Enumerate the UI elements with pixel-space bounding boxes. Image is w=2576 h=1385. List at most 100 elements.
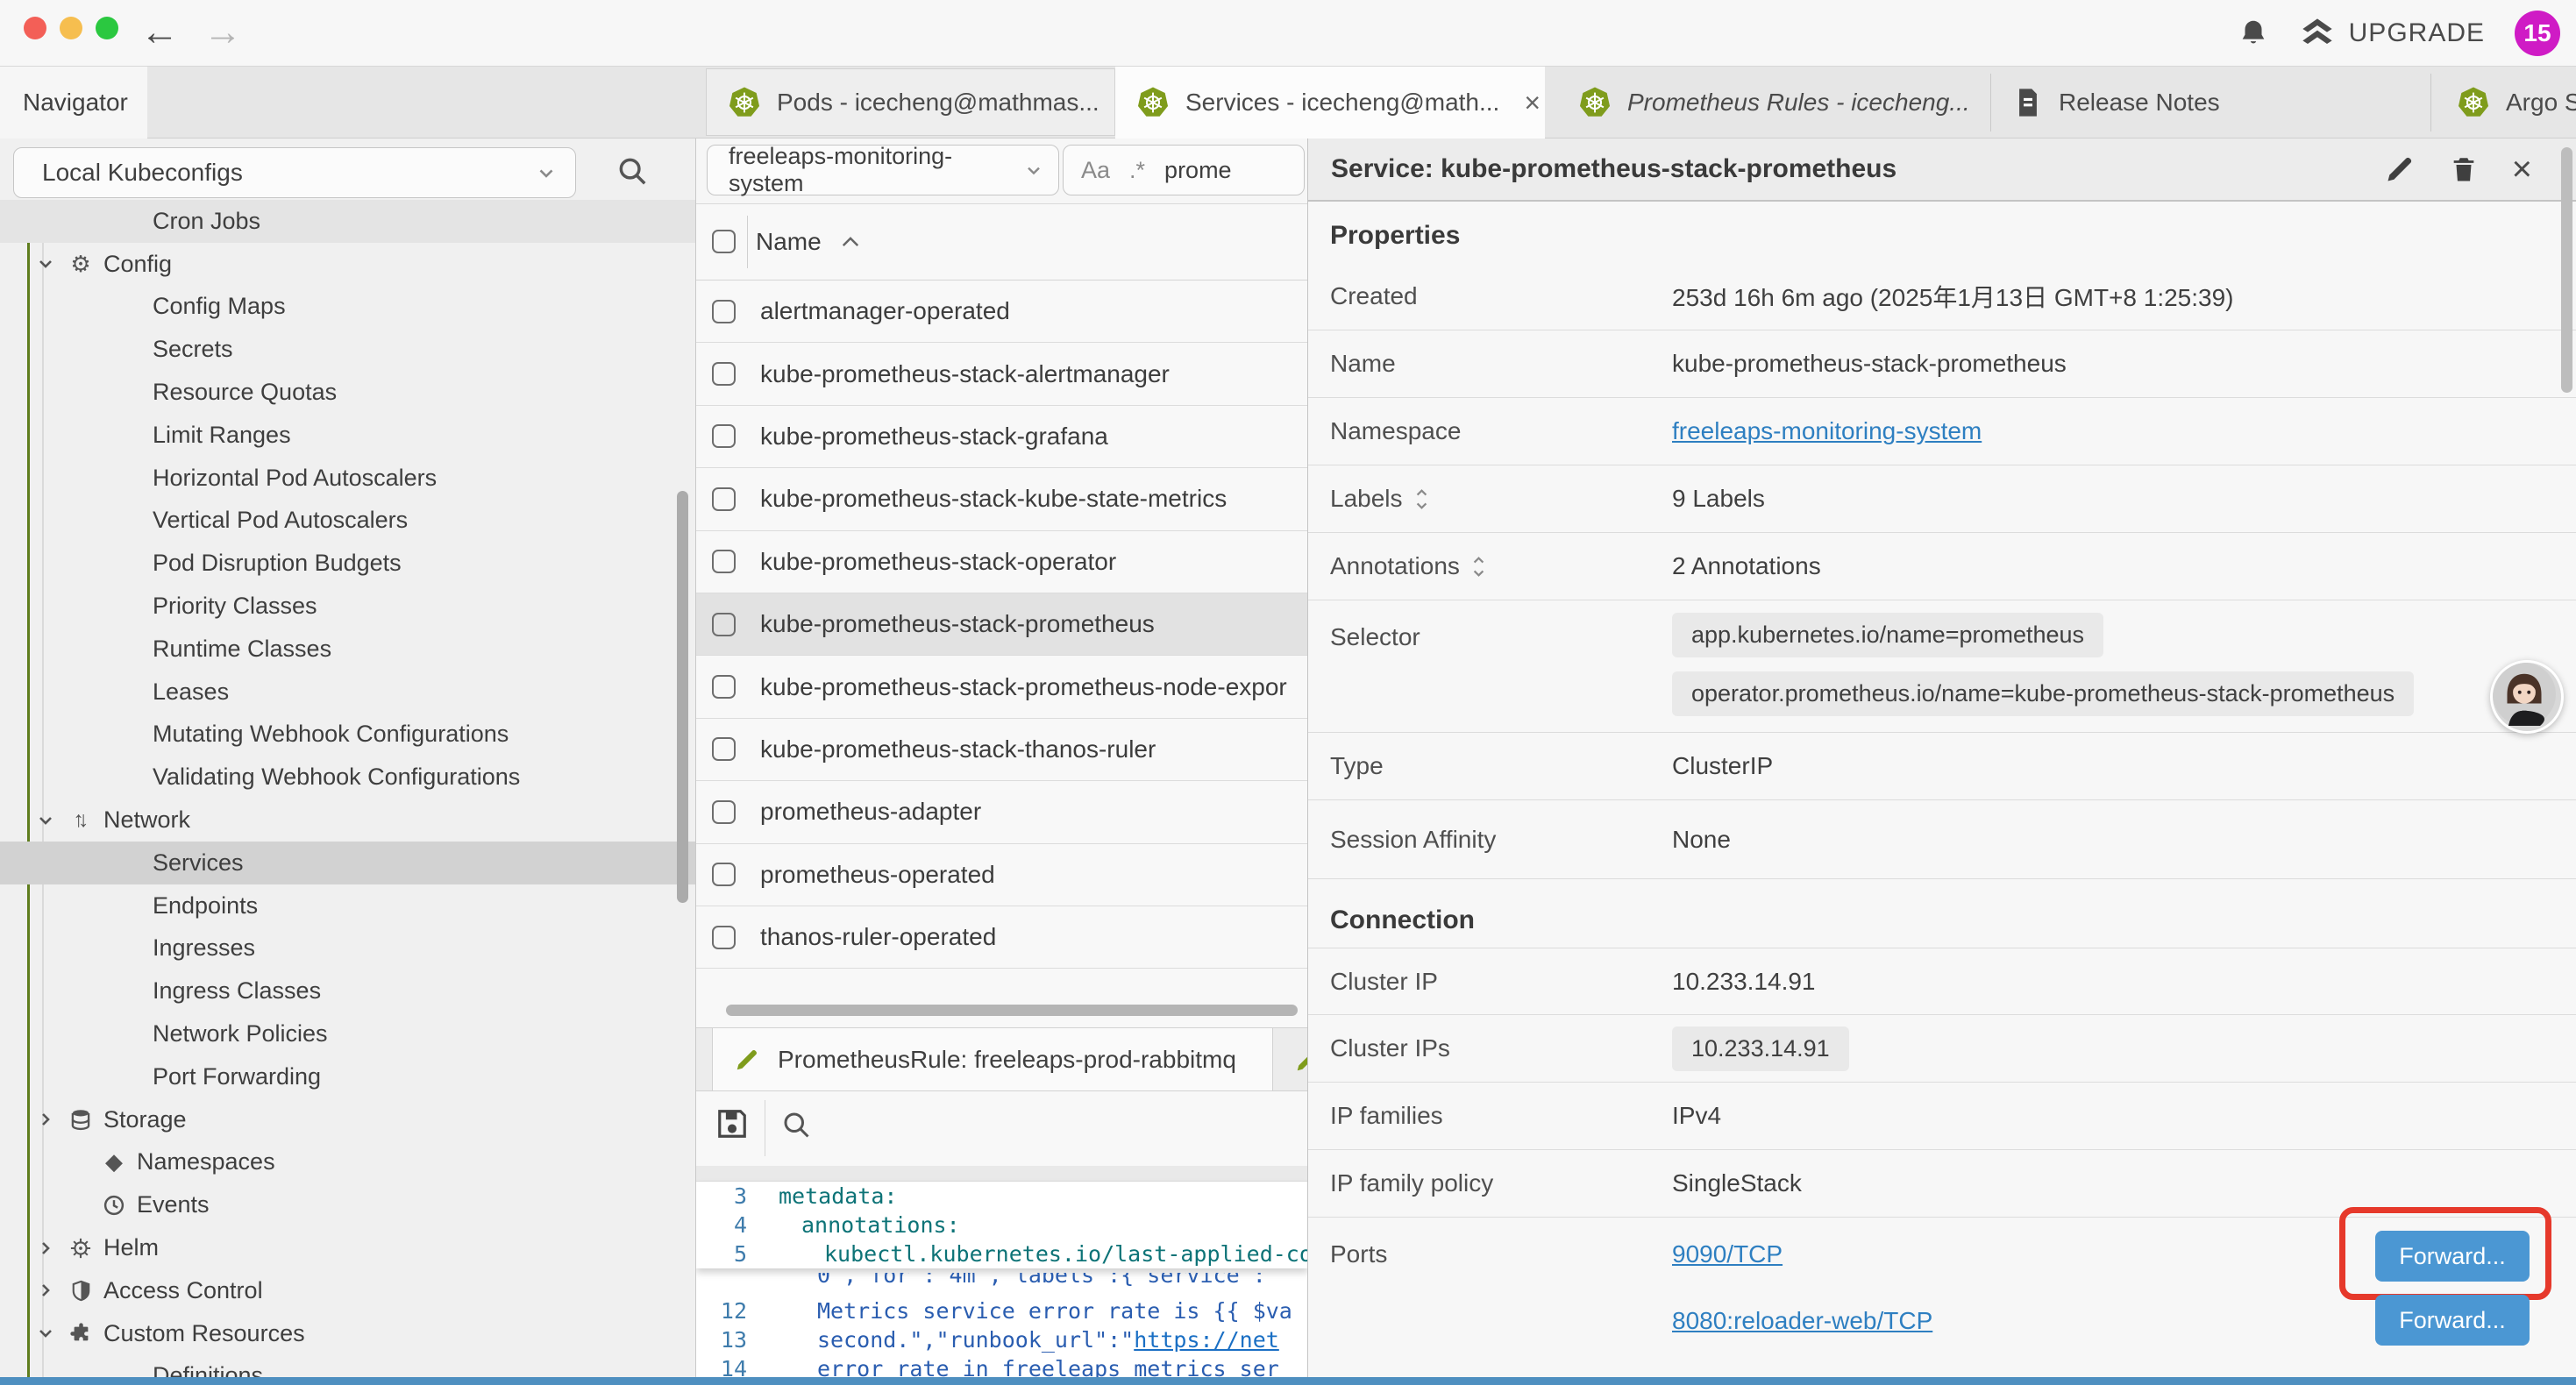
sidebar-tree-item[interactable]: Endpoints [0, 884, 696, 927]
table-row[interactable]: prometheus-adapter [696, 781, 1308, 843]
table-row[interactable]: kube-prometheus-stack-thanos-ruler [696, 719, 1308, 781]
table-row[interactable]: thanos-ruler-operated [696, 906, 1308, 969]
runbook-url-link[interactable]: https://net [1134, 1327, 1279, 1353]
detail-body: Properties Created 253d 16h 6m ago (2025… [1308, 202, 2576, 1385]
port-link-8080[interactable]: 8080:reloader-web/TCP [1672, 1307, 1932, 1335]
connection-heading: Connection [1308, 879, 2576, 948]
table-row[interactable]: kube-prometheus-stack-prometheus [696, 593, 1308, 656]
sidebar-tree-item[interactable]: Custom Resources [0, 1312, 696, 1355]
sidebar-tree-item[interactable]: Limit Ranges [0, 414, 696, 457]
regex-icon[interactable]: .* [1129, 157, 1145, 184]
sidebar-tree-item[interactable]: ◆ Namespaces [0, 1141, 696, 1184]
match-case-icon[interactable]: Aa [1081, 157, 1110, 184]
sidebar-tree-item[interactable]: Horizontal Pod Autoscalers [0, 457, 696, 500]
tab-pods[interactable]: Pods - icecheng@mathmas... [706, 68, 1115, 136]
selector-chip: app.kubernetes.io/name=prometheus [1672, 613, 2103, 657]
pencil-icon[interactable] [1294, 1048, 1308, 1074]
port-link-9090[interactable]: 9090/TCP [1672, 1240, 1932, 1268]
table-row[interactable]: alertmanager-operated [696, 281, 1308, 343]
table-row[interactable]: kube-prometheus-stack-alertmanager [696, 343, 1308, 405]
sidebar-tree-item[interactable]: Services [0, 842, 696, 884]
upgrade-button[interactable]: UPGRADE [2300, 18, 2485, 48]
close-icon[interactable]: × [2512, 150, 2532, 189]
sidebar-tree-item[interactable]: Ingress Classes [0, 970, 696, 1012]
sidebar-tree-item[interactable]: ⚙ Config [0, 243, 696, 286]
back-arrow-icon[interactable]: ← [140, 11, 179, 54]
row-checkbox[interactable] [712, 800, 736, 824]
editor-tab-bar: PrometheusRule: freeleaps-prod-rabbitmq [696, 1027, 1308, 1091]
row-checkbox[interactable] [712, 550, 736, 573]
sidebar-tree-item[interactable]: Network Policies [0, 1012, 696, 1055]
sidebar-tree-item[interactable]: Vertical Pod Autoscalers [0, 500, 696, 543]
sidebar-tree-item[interactable]: Priority Classes [0, 585, 696, 628]
save-icon[interactable] [715, 1107, 749, 1140]
sort-updown-icon[interactable] [1415, 487, 1428, 511]
table-row[interactable]: kube-prometheus-stack-operator [696, 531, 1308, 593]
forward-arrow-icon[interactable]: → [203, 11, 242, 54]
diamond-icon: ◆ [102, 1148, 126, 1175]
table-row[interactable]: kube-prometheus-stack-kube-state-metrics [696, 468, 1308, 530]
name-column-header[interactable]: Name [756, 203, 860, 281]
forward-port-button[interactable]: Forward... [2375, 1295, 2530, 1346]
row-checkbox[interactable] [712, 300, 736, 323]
sidebar-tree-item[interactable]: Runtime Classes [0, 628, 696, 671]
sidebar-tree-item[interactable]: Mutating Webhook Configurations [0, 714, 696, 756]
sidebar-tree-item[interactable]: Events [0, 1183, 696, 1226]
yaml-editor[interactable]: 3metadata: 4annotations: 5kubectl.kubern… [696, 1182, 1308, 1385]
editor-tab-prometheusrule[interactable]: PrometheusRule: freeleaps-prod-rabbitmq [712, 1028, 1273, 1090]
sidebar-tree-item[interactable]: Pod Disruption Budgets [0, 542, 696, 585]
row-checkbox[interactable] [712, 863, 736, 886]
table-row[interactable]: kube-prometheus-stack-grafana [696, 406, 1308, 468]
kubeconfig-select[interactable]: Local Kubeconfigs [13, 147, 576, 198]
row-checkbox[interactable] [712, 424, 736, 448]
sidebar-tree-item[interactable]: Helm [0, 1226, 696, 1269]
row-checkbox[interactable] [712, 926, 736, 949]
bell-icon[interactable] [2237, 17, 2270, 50]
sidebar-tree-item[interactable]: Leases [0, 671, 696, 714]
gear-icon: ⚙ [68, 251, 93, 278]
close-traffic-light[interactable] [24, 17, 46, 39]
table-search-input[interactable]: Aa .* prome [1063, 145, 1305, 195]
navigator-panel-tab[interactable]: Navigator [0, 67, 147, 138]
namespace-select[interactable]: freeleaps-monitoring-system [707, 145, 1059, 195]
tab-prometheus-rules[interactable]: Prometheus Rules - icecheng... [1557, 67, 1990, 138]
filter-row: freeleaps-monitoring-system Aa .* prome [696, 138, 1308, 204]
sidebar-scrollbar[interactable] [677, 491, 688, 903]
sidebar-tree-item[interactable]: Storage [0, 1098, 696, 1141]
trash-icon[interactable] [2449, 154, 2479, 184]
forward-port-button[interactable]: Forward... [2375, 1231, 2530, 1282]
search-icon[interactable] [616, 154, 649, 188]
namespace-link[interactable]: freeleaps-monitoring-system [1672, 417, 1982, 445]
table-row[interactable]: prometheus-operated [696, 844, 1308, 906]
row-checkbox[interactable] [712, 737, 736, 761]
notification-count-badge[interactable]: 15 [2515, 11, 2560, 56]
sidebar-tree-item[interactable]: ↑↓ Network [0, 799, 696, 842]
detail-scrollbar[interactable] [2561, 147, 2572, 393]
select-all-checkbox[interactable] [712, 230, 736, 253]
tab-release-notes[interactable]: Release Notes [1992, 67, 2429, 138]
horizontal-scrollbar[interactable] [726, 1005, 1298, 1016]
sidebar-tree-item[interactable]: Cron Jobs [0, 200, 696, 243]
sidebar-tree-item[interactable]: Validating Webhook Configurations [0, 756, 696, 799]
table-row[interactable]: kube-prometheus-stack-prometheus-node-ex… [696, 656, 1308, 718]
close-tab-icon[interactable]: × [1524, 87, 1541, 119]
user-avatar[interactable] [2490, 660, 2564, 734]
row-checkbox[interactable] [712, 487, 736, 511]
row-checkbox[interactable] [712, 362, 736, 386]
sidebar-tree-item[interactable]: Resource Quotas [0, 371, 696, 414]
sidebar-tree-item[interactable]: Config Maps [0, 286, 696, 329]
sort-updown-icon[interactable] [1472, 555, 1485, 579]
row-checkbox[interactable] [712, 675, 736, 699]
edit-pencil-icon[interactable] [2384, 153, 2416, 185]
sidebar-tree-item[interactable]: Port Forwarding [0, 1055, 696, 1098]
sidebar-tree-item[interactable]: Secrets [0, 328, 696, 371]
sidebar-tree-item[interactable]: Ingresses [0, 927, 696, 970]
column-divider [747, 216, 748, 268]
editor-search-icon[interactable] [780, 1109, 812, 1140]
sidebar-tree-item[interactable]: Access Control [0, 1269, 696, 1312]
tab-argo[interactable]: Argo Se [2436, 67, 2576, 138]
maximize-traffic-light[interactable] [96, 17, 118, 39]
tab-services[interactable]: Services - icecheng@math... × [1115, 67, 1545, 138]
row-checkbox[interactable] [712, 613, 736, 636]
minimize-traffic-light[interactable] [60, 17, 82, 39]
